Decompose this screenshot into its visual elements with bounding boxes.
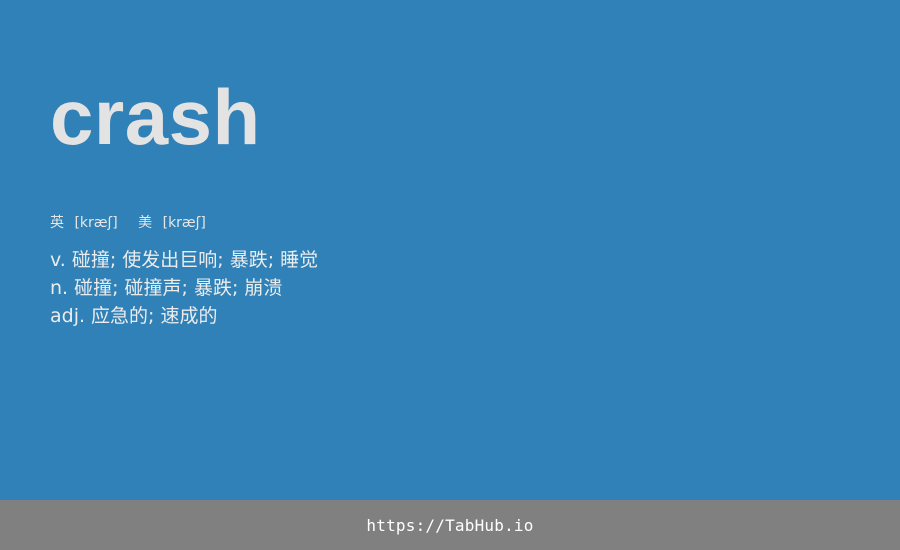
phonetic-us: 美 [kræʃ]	[138, 213, 206, 233]
word-card: crash 英 [kræʃ] 美 [kræʃ] v. 碰撞; 使发出巨响; 暴跌;…	[0, 0, 900, 500]
footer-bar: https://TabHub.io	[0, 500, 900, 550]
definition-adjective: adj. 应急的; 速成的	[50, 302, 318, 330]
headword: crash	[50, 73, 261, 161]
definition-meaning: 碰撞; 碰撞声; 暴跌; 崩溃	[74, 277, 283, 299]
definition-meaning: 应急的; 速成的	[91, 305, 218, 327]
definitions-list: v. 碰撞; 使发出巨响; 暴跌; 睡觉 n. 碰撞; 碰撞声; 暴跌; 崩溃 ad…	[50, 246, 318, 330]
part-of-speech: v.	[50, 249, 66, 271]
phonetics-row: 英 [kræʃ] 美 [kræʃ]	[50, 213, 206, 233]
part-of-speech: adj.	[50, 305, 86, 327]
phonetic-us-label: 美	[138, 215, 153, 231]
phonetic-uk: 英 [kræʃ]	[50, 213, 118, 233]
phonetic-uk-label: 英	[50, 215, 64, 231]
phonetic-us-ipa: [kræʃ]	[162, 215, 206, 231]
tabhub-link[interactable]: https://TabHub.io	[366, 516, 533, 535]
definition-verb: v. 碰撞; 使发出巨响; 暴跌; 睡觉	[50, 246, 318, 274]
part-of-speech: n.	[50, 277, 69, 299]
definition-noun: n. 碰撞; 碰撞声; 暴跌; 崩溃	[50, 274, 318, 302]
definition-meaning: 碰撞; 使发出巨响; 暴跌; 睡觉	[71, 249, 319, 271]
phonetic-uk-ipa: [kræʃ]	[74, 215, 118, 231]
